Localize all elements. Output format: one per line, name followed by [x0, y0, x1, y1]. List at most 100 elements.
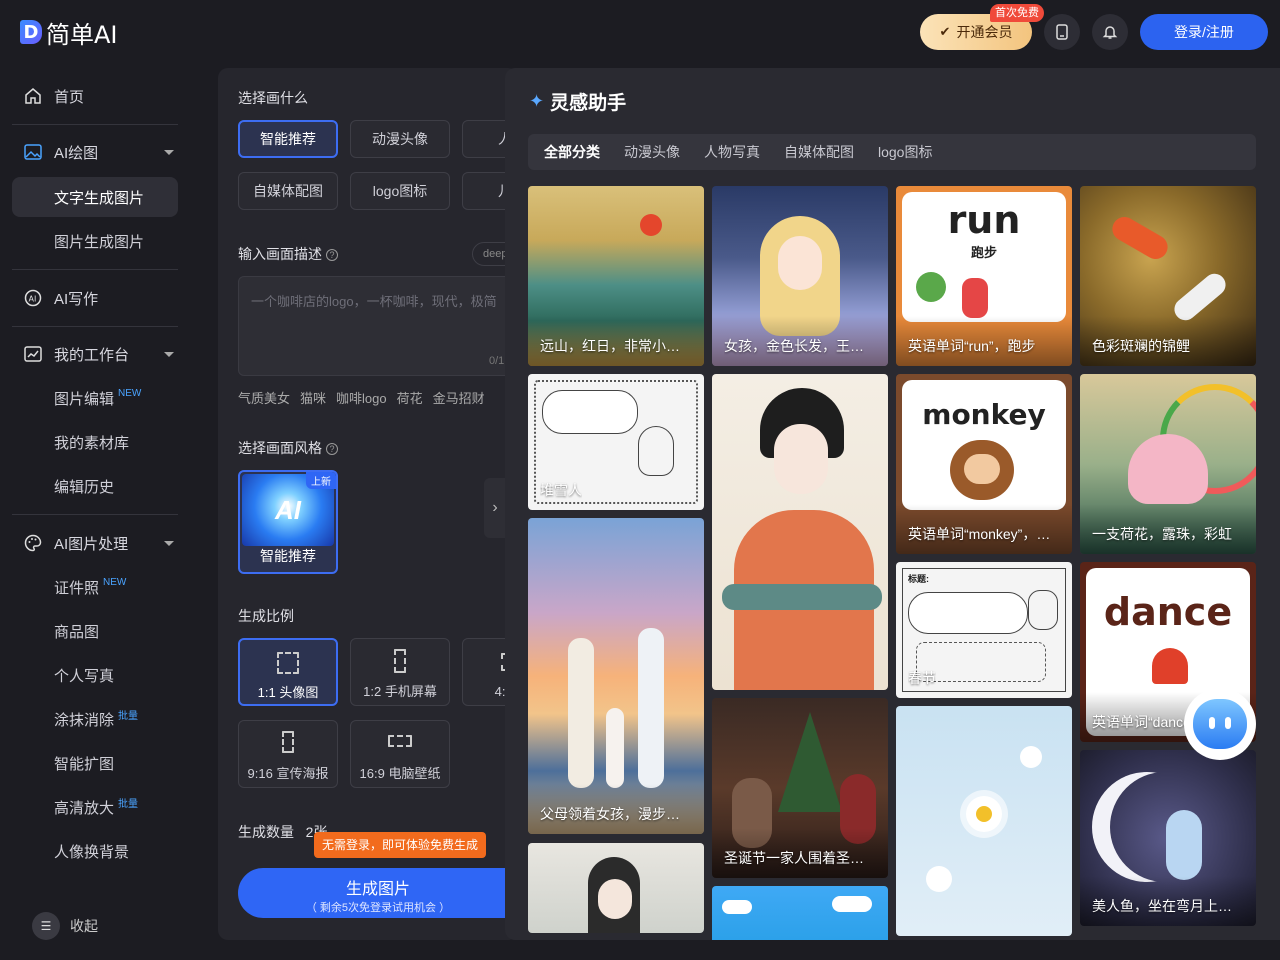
ratio-label: 9:16 宣传海报	[247, 766, 329, 781]
inspiration-card[interactable]: 色彩斑斓的锦鲤	[1080, 186, 1256, 366]
nav-image-to-image[interactable]: 图片生成图片	[12, 221, 178, 261]
daisy-center	[976, 806, 992, 822]
quick-tag[interactable]: 荷花	[397, 391, 423, 406]
nav-ai-draw[interactable]: AI绘图	[12, 132, 178, 172]
nav-id-photo[interactable]: 证件照 NEW	[12, 567, 178, 607]
card-caption: 堆雪人	[540, 482, 582, 498]
panel-toggle-handle[interactable]: ›	[484, 478, 506, 538]
inspiration-card[interactable]: 父母领着女孩，漫步…	[528, 518, 704, 834]
inspiration-card[interactable]: run 跑步 英语单词“run”，跑步	[896, 186, 1072, 366]
word-monkey: monkey	[922, 398, 1046, 431]
word-run: run	[947, 198, 1021, 242]
nav-text-to-image[interactable]: 文字生成图片	[12, 177, 178, 217]
nav-id-photo-label: 证件照	[54, 579, 100, 597]
nav-home[interactable]: 首页	[12, 76, 178, 116]
desc-title: 输入画面描述?	[238, 244, 338, 264]
ratio-option[interactable]: 1:1 头像图	[238, 638, 338, 706]
quick-tag[interactable]: 咖啡logo	[336, 391, 387, 406]
quick-tag[interactable]: 气质美女	[238, 391, 290, 406]
inspiration-card[interactable]	[896, 706, 1072, 936]
inspiration-card[interactable]: 圣诞节一家人围着圣…	[712, 698, 888, 878]
inspiration-card[interactable]	[712, 886, 888, 940]
nav-history[interactable]: 编辑历史	[12, 466, 178, 506]
login-button[interactable]: 登录/注册	[1140, 14, 1268, 50]
new-badge: 上新	[306, 472, 336, 489]
inspiration-card[interactable]: 堆雪人	[528, 374, 704, 510]
category-chip[interactable]: 自媒体配图	[238, 172, 338, 210]
creation-panel: 选择画什么 智能推荐 动漫头像 人物 自媒体配图 logo图标 儿童 输入画面描…	[218, 68, 518, 940]
collapse-button[interactable]: ☰ 收起	[32, 912, 98, 940]
collapse-label: 收起	[70, 918, 98, 934]
generate-button[interactable]: 生成图片 （ 剩余5次免登录试用机会 ）	[238, 868, 518, 918]
inspiration-card[interactable]: 远山，红日，非常小…	[528, 186, 704, 366]
inspiration-card[interactable]: monkey 英语单词“monkey”，…	[896, 374, 1072, 554]
divider	[12, 124, 178, 125]
nav-product[interactable]: 商品图	[12, 611, 178, 651]
new-tag: NEW	[118, 387, 142, 399]
hanfu-face	[774, 424, 828, 494]
ratio-9-16-icon	[282, 731, 294, 753]
ai-write-icon: AI	[22, 287, 44, 309]
help-icon[interactable]: ?	[326, 443, 338, 456]
inspiration-card[interactable]: 标题: 春节	[896, 562, 1072, 698]
mother-figure	[568, 638, 594, 788]
ratio-option[interactable]: 1:2 手机屏幕	[350, 638, 450, 706]
vip-label: 开通会员	[956, 24, 1013, 40]
category-chip[interactable]: 动漫头像	[350, 120, 450, 158]
girl-face	[778, 236, 822, 290]
inspiration-card[interactable]: 一支荷花，露珠，彩虹	[1080, 374, 1256, 554]
nav-workspace[interactable]: 我的工作台	[12, 334, 178, 374]
tab-all[interactable]: 全部分类	[544, 142, 600, 162]
snowman-drawing	[638, 426, 674, 476]
chevron-down-icon	[164, 149, 174, 155]
nav-materials[interactable]: 我的素材库	[12, 422, 178, 462]
quick-tag[interactable]: 猫咪	[300, 391, 326, 406]
notification-button[interactable]	[1092, 14, 1128, 50]
crescent-moon	[1110, 772, 1220, 882]
mobile-button[interactable]	[1044, 14, 1080, 50]
app-logo[interactable]: D 简单AI	[20, 18, 118, 49]
nav-erase[interactable]: 涂抹消除 批量	[12, 699, 178, 739]
inspiration-card[interactable]	[712, 374, 888, 690]
generate-label: 生成图片	[345, 881, 410, 898]
style-thumbnail-text: AI	[275, 494, 301, 525]
prompt-input[interactable]: 一个咖啡店的logo，一杯咖啡，现代，极简 0/1	[238, 276, 518, 376]
assistant-bot-button[interactable]	[1184, 688, 1256, 760]
palette-icon	[22, 532, 44, 554]
lotus-flower	[1128, 434, 1208, 504]
speech-bubble	[908, 592, 1028, 634]
tab-logo[interactable]: logo图标	[878, 142, 932, 162]
nav-expand[interactable]: 智能扩图	[12, 743, 178, 783]
nav-ai-process[interactable]: AI图片处理	[12, 523, 178, 563]
category-chip[interactable]: 智能推荐	[238, 120, 338, 158]
logo-text: 简单AI	[46, 20, 118, 49]
monkey-face	[964, 454, 1000, 484]
tree-shape	[916, 272, 946, 302]
quick-tag[interactable]: 金马招财	[433, 391, 485, 406]
divider	[12, 326, 178, 327]
ratio-option[interactable]: 9:16 宣传海报	[238, 720, 338, 788]
nav-upscale[interactable]: 高清放大 批量	[12, 787, 178, 827]
ratio-option[interactable]: 16:9 电脑壁纸	[350, 720, 450, 788]
nav-image-edit[interactable]: 图片编辑 NEW	[12, 378, 178, 418]
nav-ai-process-label: AI图片处理	[54, 535, 129, 553]
ratio-label: 1:2 手机屏幕	[363, 684, 437, 699]
phone-icon	[1056, 24, 1068, 40]
category-chip[interactable]: logo图标	[350, 172, 450, 210]
help-icon[interactable]: ?	[326, 249, 338, 262]
kid-drawing	[1028, 590, 1058, 630]
nav-portrait[interactable]: 个人写真	[12, 655, 178, 695]
robot-eye	[1225, 717, 1231, 729]
tab-anime[interactable]: 动漫头像	[624, 142, 680, 162]
style-card-smart[interactable]: AI 上新 智能推荐	[238, 470, 338, 574]
inspiration-card[interactable]: 美人鱼，坐在弯月上…	[1080, 750, 1256, 926]
nav-bg-swap[interactable]: 人像换背景	[12, 831, 178, 871]
nav-ai-write[interactable]: AI AI写作	[12, 278, 178, 318]
collapse-icon: ☰	[32, 912, 60, 940]
tab-portrait[interactable]: 人物写真	[704, 142, 760, 162]
inspiration-card[interactable]: 女孩，金色长发，王…	[712, 186, 888, 366]
hanfu-scarf	[722, 584, 882, 610]
inspiration-card[interactable]	[528, 843, 704, 933]
free-tip: 无需登录，即可体验免费生成	[314, 832, 487, 858]
tab-media[interactable]: 自媒体配图	[784, 142, 854, 162]
